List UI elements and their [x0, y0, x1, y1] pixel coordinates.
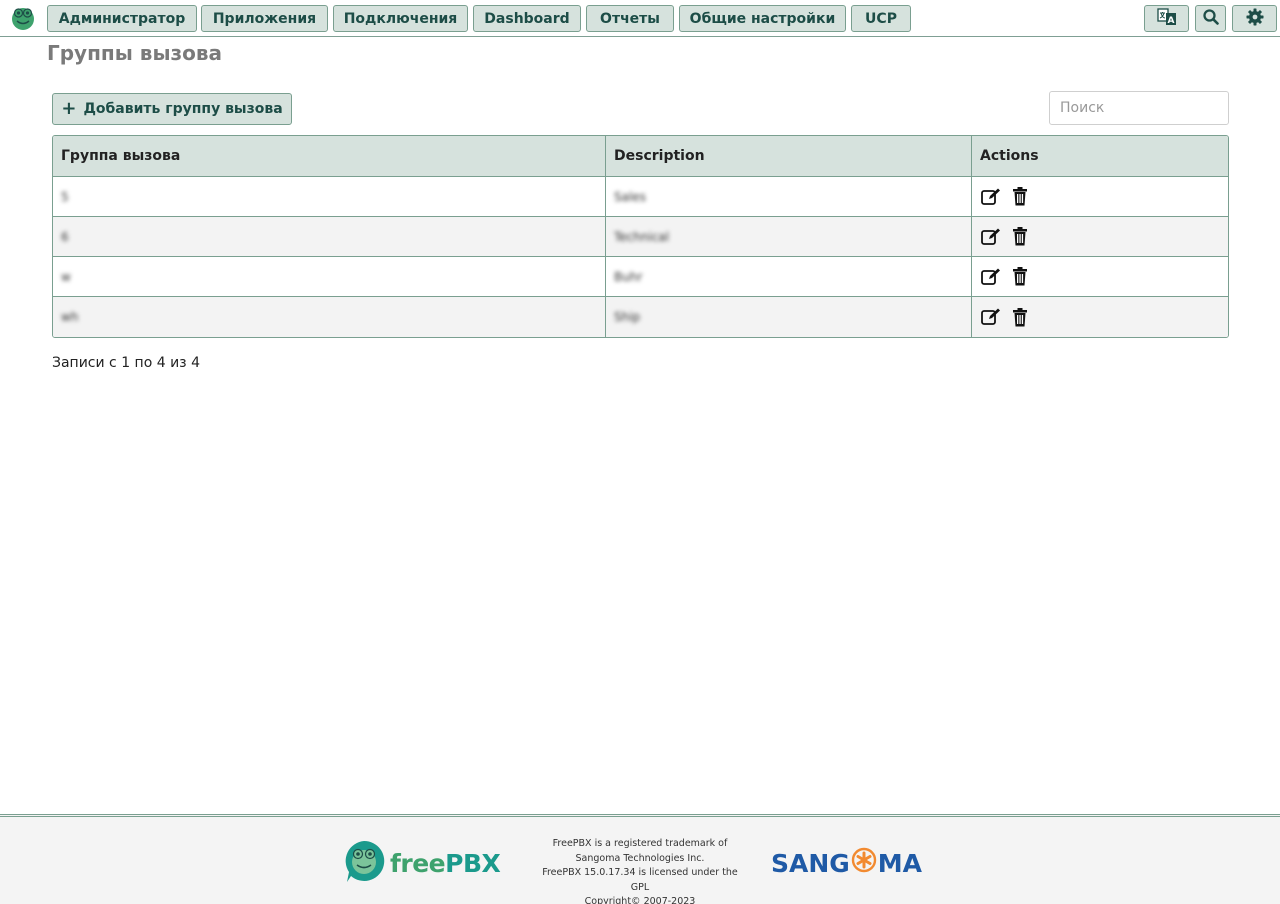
- trash-icon[interactable]: [1009, 226, 1030, 247]
- actions-cell: [972, 177, 1228, 217]
- freepbx-wordmark-pbx: PBX: [445, 848, 501, 878]
- legal-line: Sangoma Technologies Inc.: [575, 852, 705, 864]
- group-number: 5: [61, 189, 69, 204]
- table-header-row: Группа вызова Description Actions: [53, 136, 1228, 177]
- ring-groups-table: Группа вызова Description Actions 5 Sale…: [52, 135, 1229, 338]
- nav-connectivity[interactable]: Подключения: [333, 5, 468, 32]
- legal-line: GPL: [630, 881, 650, 893]
- group-description: Sales: [614, 189, 646, 204]
- nav-applications[interactable]: Приложения: [201, 5, 328, 32]
- search-input[interactable]: [1049, 91, 1229, 125]
- records-info: Записи с 1 по 4 из 4: [52, 355, 200, 371]
- nav-admin[interactable]: Администратор: [47, 5, 197, 32]
- group-number: 6: [61, 229, 69, 244]
- column-header-actions: Actions: [972, 136, 1228, 177]
- trash-icon[interactable]: [1009, 186, 1030, 207]
- nav-settings[interactable]: Общие настройки: [679, 5, 846, 32]
- trash-icon[interactable]: [1009, 266, 1030, 287]
- nav-reports[interactable]: Отчеты: [586, 5, 674, 32]
- description-cell: Ship: [606, 297, 972, 337]
- freepbx-logo-icon[interactable]: [8, 4, 38, 32]
- legal-text: FreePBX is a registered trademark of San…: [540, 837, 740, 904]
- legal-line: FreePBX 15.0.17.34 is licensed under the: [542, 867, 738, 878]
- settings-button[interactable]: [1232, 5, 1277, 32]
- sangoma-logo[interactable]: SANG MA: [771, 847, 922, 879]
- sangoma-asterisk-icon: [851, 847, 877, 879]
- column-header-description[interactable]: Description: [606, 136, 972, 177]
- group-description: Buhr: [614, 269, 643, 284]
- add-ring-group-button[interactable]: + Добавить группу вызова: [52, 93, 292, 125]
- group-number: wh: [61, 310, 79, 324]
- group-cell: wh: [53, 297, 606, 337]
- search-icon: [1202, 8, 1219, 29]
- sangoma-wordmark-end: MA: [877, 848, 923, 878]
- sangoma-wordmark-start: SANG: [771, 848, 850, 878]
- table-row: w Buhr: [53, 257, 1228, 297]
- table-row: wh Ship: [53, 297, 1228, 337]
- footer: freePBX FreePBX is a registered trademar…: [0, 814, 1280, 904]
- gear-icon: [1246, 8, 1264, 30]
- top-navbar: Администратор Приложения Подключения Das…: [0, 0, 1280, 37]
- freepbx-footer-logo[interactable]: freePBX: [342, 839, 501, 887]
- add-ring-group-label: Добавить группу вызова: [83, 101, 283, 117]
- language-button[interactable]: A: [1144, 5, 1189, 32]
- legal-line: FreePBX is a registered trademark of: [552, 838, 728, 849]
- actions-cell: [972, 257, 1228, 297]
- table-row: 5 Sales: [53, 177, 1228, 217]
- plus-icon: +: [61, 98, 77, 119]
- freepbx-frog-icon: [342, 839, 386, 887]
- edit-icon[interactable]: [980, 226, 1001, 247]
- edit-icon[interactable]: [980, 307, 1001, 328]
- edit-icon[interactable]: [980, 186, 1001, 207]
- description-cell: Sales: [606, 177, 972, 217]
- group-number: w: [61, 269, 71, 284]
- column-header-group[interactable]: Группа вызова: [53, 136, 606, 177]
- group-cell: 6: [53, 217, 606, 257]
- actions-cell: [972, 217, 1228, 257]
- description-cell: Buhr: [606, 257, 972, 297]
- group-description: Technical: [614, 229, 670, 244]
- page-title: Группы вызова: [47, 41, 223, 65]
- group-description: Ship: [614, 310, 641, 324]
- actions-cell: [972, 297, 1228, 337]
- table-row: 6 Technical: [53, 217, 1228, 257]
- trash-icon[interactable]: [1009, 307, 1030, 328]
- freepbx-wordmark-free: free: [390, 848, 446, 878]
- legal-line: Copyright© 2007-2023: [584, 896, 696, 904]
- description-cell: Technical: [606, 217, 972, 257]
- nav-dashboard[interactable]: Dashboard: [473, 5, 581, 32]
- language-icon: A: [1156, 7, 1177, 30]
- svg-text:A: A: [1167, 16, 1174, 26]
- group-cell: 5: [53, 177, 606, 217]
- edit-icon[interactable]: [980, 266, 1001, 287]
- group-cell: w: [53, 257, 606, 297]
- nav-ucp[interactable]: UCP: [851, 5, 911, 32]
- search-button[interactable]: [1195, 5, 1226, 32]
